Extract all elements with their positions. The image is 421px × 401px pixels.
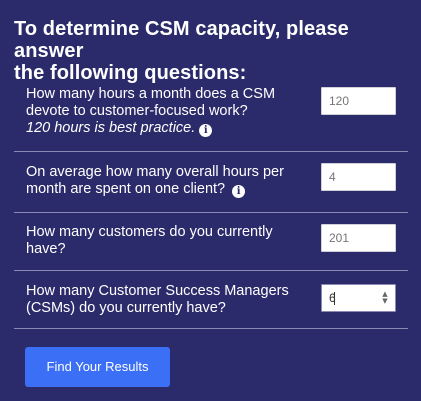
question-row-csm-count: How many Customer Success Managers (CSMs…	[14, 271, 408, 329]
question-1-text-line-1: How many hours a month does a CSM	[26, 86, 276, 102]
hours-per-client-input[interactable]	[321, 163, 396, 191]
question-label-csm-count: How many Customer Success Managers (CSMs…	[26, 283, 311, 317]
question-row-hours-per-month: How many hours a month does a CSM devote…	[14, 86, 408, 152]
question-1-text-line-2: devote to customer-focused work?	[26, 103, 248, 119]
question-1-hint: 120 hours is best practice. i	[26, 120, 311, 137]
customer-count-input[interactable]	[321, 224, 396, 252]
text-cursor	[334, 292, 335, 305]
form-title: To determine CSM capacity, please answer…	[14, 18, 414, 84]
question-row-hours-per-client: On average how many overall hours per mo…	[14, 152, 408, 213]
question-4-text-line-2: (CSMs) do you currently have?	[26, 300, 226, 316]
info-icon[interactable]: i	[232, 185, 246, 198]
question-3-text-line-1: How many customers do you currently	[26, 224, 273, 240]
question-2-text-line-2: month are spent on one client? i	[26, 181, 311, 198]
question-1-hint-text: 120 hours is best practice.	[26, 120, 196, 136]
hours-per-month-input[interactable]	[321, 87, 396, 115]
question-label-customer-count: How many customers do you currently have…	[26, 224, 311, 258]
question-4-text-line-1: How many Customer Success Managers	[26, 283, 289, 299]
divider	[14, 328, 408, 329]
form-title-line-2: the following questions:	[14, 62, 247, 84]
question-2-text-line-2-text: month are spent on one client?	[26, 181, 226, 197]
question-3-text-line-2: have?	[26, 241, 66, 257]
question-label-hours-per-month: How many hours a month does a CSM devote…	[26, 86, 311, 137]
csm-capacity-form: To determine CSM capacity, please answer…	[0, 0, 421, 401]
find-results-button[interactable]: Find Your Results	[25, 347, 170, 387]
form-title-line-1: To determine CSM capacity, please answer	[14, 18, 349, 62]
question-2-text-line-1: On average how many overall hours per	[26, 164, 284, 180]
number-stepper-icon[interactable]: ▲ ▼	[380, 291, 390, 305]
info-icon[interactable]: i	[199, 124, 213, 137]
question-row-customer-count: How many customers do you currently have…	[14, 213, 408, 271]
question-label-hours-per-client: On average how many overall hours per mo…	[26, 164, 311, 198]
